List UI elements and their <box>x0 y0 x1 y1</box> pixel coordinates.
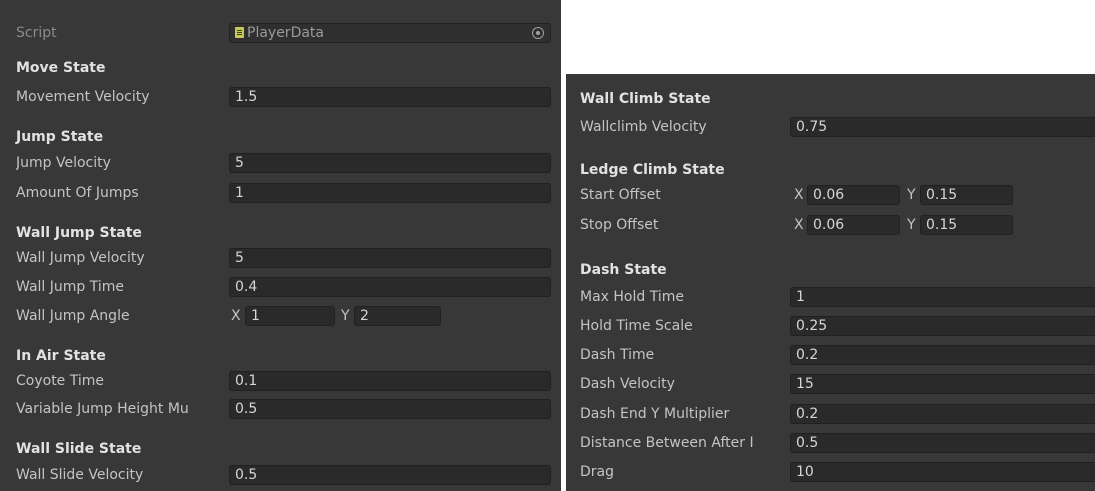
section-header-dash-state: Dash State <box>580 262 667 278</box>
section-header-ledge-climb-state: Ledge Climb State <box>580 162 725 178</box>
field-row-movement-velocity: Movement Velocity 1.5 <box>0 86 561 108</box>
input-wall-jump-velocity[interactable]: 5 <box>229 248 551 268</box>
input-distance-between-after[interactable]: 0.5 <box>790 433 1095 453</box>
field-row-wall-slide-velocity: Wall Slide Velocity 0.5 <box>0 464 561 486</box>
label-wallclimb-velocity: Wallclimb Velocity <box>580 119 707 135</box>
input-stop-offset-x[interactable]: 0.06 <box>807 215 900 235</box>
field-row-wall-jump-angle: Wall Jump Angle X 1 Y 2 <box>0 305 561 327</box>
label-hold-time-scale: Hold Time Scale <box>580 318 693 334</box>
label-dash-velocity: Dash Velocity <box>580 376 675 392</box>
field-row-wallclimb-velocity: Wallclimb Velocity 0.75 <box>566 116 1095 138</box>
label-max-hold-time: Max Hold Time <box>580 289 684 305</box>
field-row-drag: Drag 10 <box>566 461 1095 483</box>
script-object-field[interactable]: PlayerData <box>229 23 551 43</box>
field-row-wall-jump-time: Wall Jump Time 0.4 <box>0 276 561 298</box>
label-wall-jump-velocity: Wall Jump Velocity <box>16 250 145 266</box>
label-dash-time: Dash Time <box>580 347 655 363</box>
input-coyote-time[interactable]: 0.1 <box>229 371 551 391</box>
axis-label-y[interactable]: Y <box>341 305 350 327</box>
field-row-max-hold-time: Max Hold Time 1 <box>566 286 1095 308</box>
script-label: Script <box>16 25 57 41</box>
field-row-variable-jump-height: Variable Jump Height Mu 0.5 <box>0 398 561 420</box>
input-drag[interactable]: 10 <box>790 462 1095 482</box>
section-header-wall-jump-state: Wall Jump State <box>16 225 142 241</box>
field-row-wall-jump-velocity: Wall Jump Velocity 5 <box>0 247 561 269</box>
input-wallclimb-velocity[interactable]: 0.75 <box>790 117 1095 137</box>
label-drag: Drag <box>580 464 615 480</box>
field-row-distance-between-after: Distance Between After I 0.5 <box>566 432 1095 454</box>
axis-label-y[interactable]: Y <box>907 214 916 236</box>
input-hold-time-scale[interactable]: 0.25 <box>790 316 1095 336</box>
label-variable-jump-height: Variable Jump Height Mu <box>16 401 189 417</box>
input-jump-velocity[interactable]: 5 <box>229 153 551 173</box>
field-row-coyote-time: Coyote Time 0.1 <box>0 370 561 392</box>
input-wall-jump-time[interactable]: 0.4 <box>229 277 551 297</box>
axis-label-x[interactable]: X <box>794 214 804 236</box>
label-stop-offset: Stop Offset <box>580 217 659 233</box>
field-row-amount-of-jumps: Amount Of Jumps 1 <box>0 182 561 204</box>
inspector-panel-right: Wall Climb State Wallclimb Velocity 0.75… <box>566 74 1095 491</box>
field-row-dash-end-y-multiplier: Dash End Y Multiplier 0.2 <box>566 403 1095 425</box>
input-movement-velocity[interactable]: 1.5 <box>229 87 551 107</box>
label-coyote-time: Coyote Time <box>16 373 105 389</box>
label-start-offset: Start Offset <box>580 187 661 203</box>
label-wall-jump-time: Wall Jump Time <box>16 279 124 295</box>
label-amount-of-jumps: Amount Of Jumps <box>16 185 139 201</box>
input-wall-jump-angle-y[interactable]: 2 <box>354 306 441 326</box>
section-header-wall-climb-state: Wall Climb State <box>580 91 711 107</box>
input-wall-slide-velocity[interactable]: 0.5 <box>229 465 551 485</box>
input-max-hold-time[interactable]: 1 <box>790 287 1095 307</box>
section-header-jump-state: Jump State <box>16 129 104 145</box>
input-stop-offset-y[interactable]: 0.15 <box>920 215 1013 235</box>
axis-label-x[interactable]: X <box>794 184 804 206</box>
field-row-dash-time: Dash Time 0.2 <box>566 344 1095 366</box>
section-header-move-state: Move State <box>16 60 106 76</box>
field-row-start-offset: Start Offset X 0.06 Y 0.15 <box>566 184 1095 206</box>
field-row-hold-time-scale: Hold Time Scale 0.25 <box>566 315 1095 337</box>
axis-label-y[interactable]: Y <box>907 184 916 206</box>
field-row-jump-velocity: Jump Velocity 5 <box>0 152 561 174</box>
script-file-icon <box>235 27 244 38</box>
input-wall-jump-angle-x[interactable]: 1 <box>245 306 335 326</box>
input-dash-velocity[interactable]: 15 <box>790 374 1095 394</box>
section-header-wall-slide-state: Wall Slide State <box>16 441 142 457</box>
section-header-in-air-state: In Air State <box>16 348 106 364</box>
field-row-dash-velocity: Dash Velocity 15 <box>566 373 1095 395</box>
script-value: PlayerData <box>247 25 324 41</box>
script-row: Script PlayerData <box>0 22 561 44</box>
label-wall-slide-velocity: Wall Slide Velocity <box>16 467 144 483</box>
input-dash-end-y-multiplier[interactable]: 0.2 <box>790 404 1095 424</box>
label-wall-jump-angle: Wall Jump Angle <box>16 308 130 324</box>
label-jump-velocity: Jump Velocity <box>16 155 111 171</box>
input-variable-jump-height[interactable]: 0.5 <box>229 399 551 419</box>
input-amount-of-jumps[interactable]: 1 <box>229 183 551 203</box>
label-movement-velocity: Movement Velocity <box>16 89 150 105</box>
axis-label-x[interactable]: X <box>231 305 241 327</box>
input-dash-time[interactable]: 0.2 <box>790 345 1095 365</box>
label-distance-between-after: Distance Between After I <box>580 435 754 451</box>
object-picker-icon[interactable] <box>532 27 544 39</box>
label-dash-end-y-multiplier: Dash End Y Multiplier <box>580 406 730 422</box>
inspector-panel-left: Script PlayerData Move State Movement Ve… <box>0 0 561 491</box>
input-start-offset-x[interactable]: 0.06 <box>807 185 900 205</box>
field-row-stop-offset: Stop Offset X 0.06 Y 0.15 <box>566 214 1095 236</box>
input-start-offset-y[interactable]: 0.15 <box>920 185 1013 205</box>
